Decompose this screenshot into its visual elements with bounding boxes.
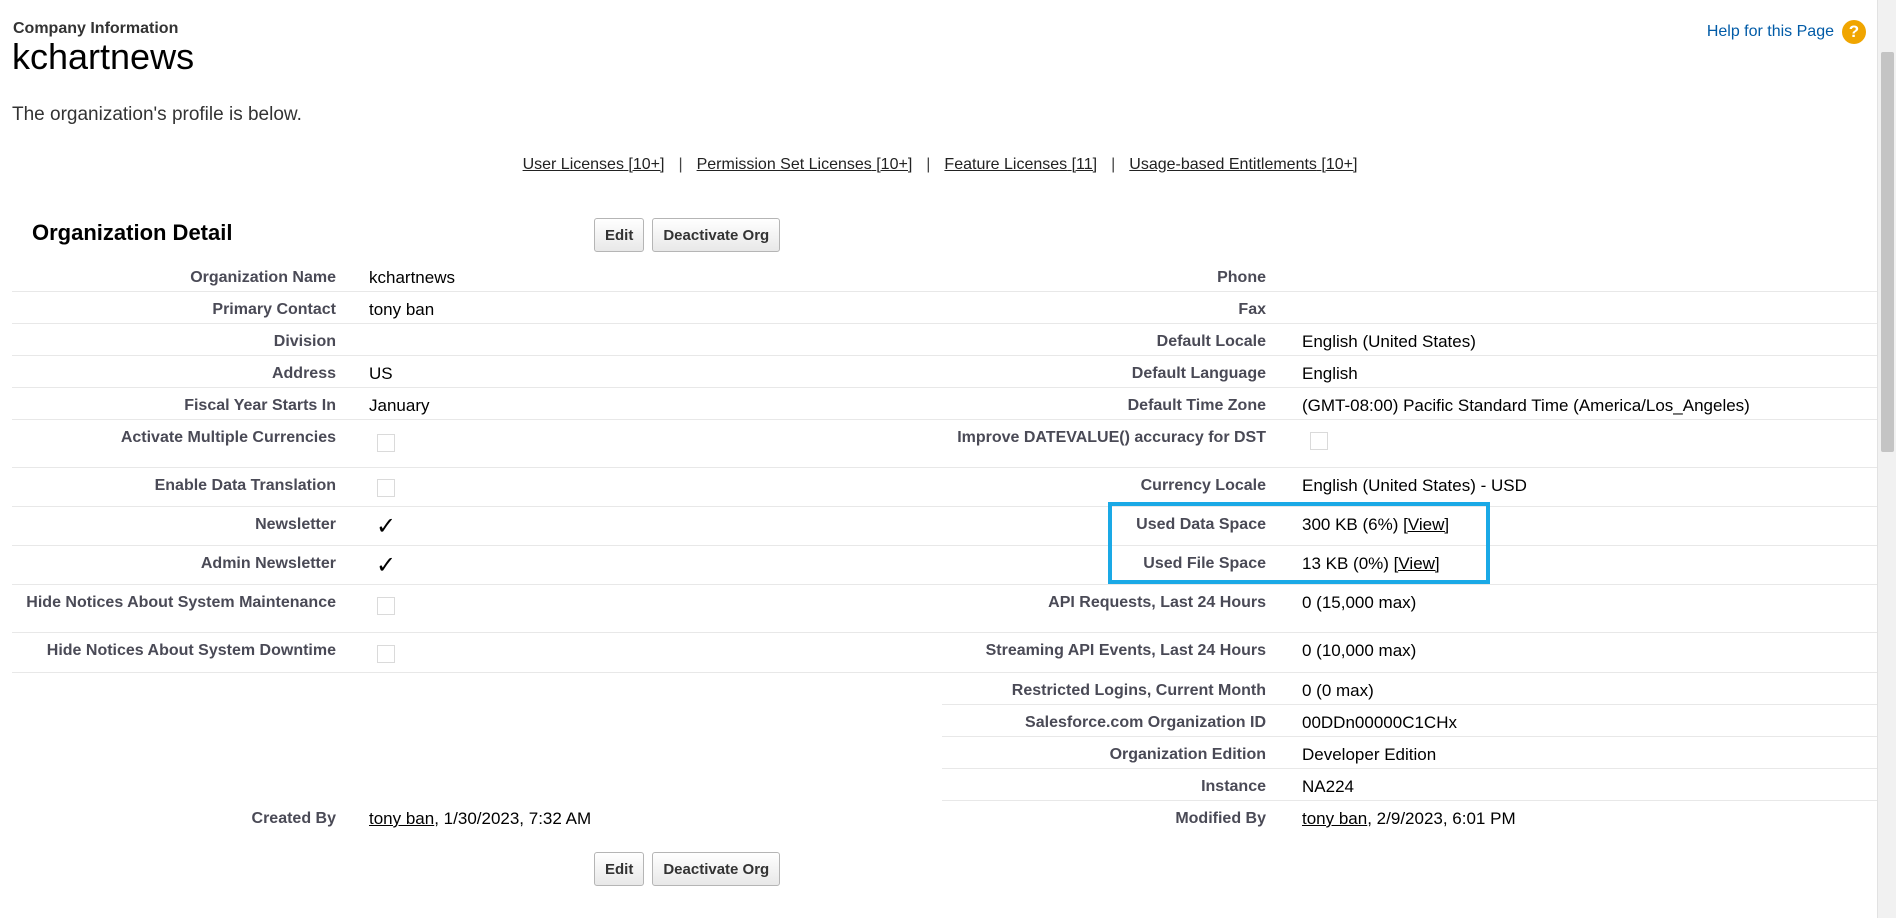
org-name-label: Organization Name <box>190 269 336 286</box>
instance-label: Instance <box>1201 778 1266 795</box>
datevalue-dst-label: Improve DATEVALUE() accuracy for DST <box>957 429 1266 446</box>
default-locale-label: Default Locale <box>1156 333 1266 350</box>
usage-entitlements-link[interactable]: Usage-based Entitlements [10+] <box>1129 156 1357 173</box>
help-icon[interactable]: ? <box>1842 20 1866 44</box>
org-id-label: Salesforce.com Organization ID <box>1025 714 1266 731</box>
default-language-label: Default Language <box>1131 365 1266 382</box>
org-edition-label: Organization Edition <box>1109 746 1266 763</box>
admin-newsletter-label: Admin Newsletter <box>200 555 336 572</box>
default-time-zone-label: Default Time Zone <box>1127 397 1266 414</box>
license-links: User Licenses [10+] | Permission Set Licen… <box>0 156 1880 174</box>
org-id-value: 00DDn00000C1CHx <box>1302 713 1457 732</box>
primary-contact-value: tony ban <box>369 300 435 319</box>
detail-row: Hide Notices About System Maintenance AP… <box>12 585 1878 633</box>
streaming-api-value: 0 (10,000 max) <box>1302 641 1417 660</box>
organization-detail-table: Organization Name kchartnews Phone Prima… <box>12 260 1878 833</box>
modified-by-user-link[interactable]: tony ban <box>1302 809 1367 828</box>
detail-row: Organization Name kchartnews Phone <box>12 260 1878 292</box>
org-edition-value: Developer Edition <box>1302 745 1437 764</box>
top-button-row: Edit Deactivate Org <box>594 218 781 252</box>
edit-button[interactable]: Edit <box>594 852 645 886</box>
detail-row: Newsletter ✓ Used Data Space 300 KB (6%)… <box>12 507 1878 546</box>
address-value: US <box>369 364 393 383</box>
separator: | <box>1111 156 1116 173</box>
hide-maintenance-checkbox <box>377 597 395 615</box>
api-requests-value: 0 (15,000 max) <box>1302 593 1417 612</box>
data-translation-checkbox <box>377 479 395 497</box>
detail-row: Organization Edition Developer Edition <box>12 737 1878 769</box>
restricted-logins-label: Restricted Logins, Current Month <box>1011 682 1266 699</box>
datevalue-dst-checkbox <box>1310 432 1328 450</box>
bottom-button-row: Edit Deactivate Org <box>594 852 781 886</box>
currency-locale-label: Currency Locale <box>1140 477 1266 494</box>
intro-text: The organization's profile is below. <box>12 104 302 125</box>
fiscal-year-label: Fiscal Year Starts In <box>184 397 336 414</box>
default-language-value: English <box>1302 364 1358 383</box>
phone-label: Phone <box>1217 269 1266 286</box>
hide-downtime-label: Hide Notices About System Downtime <box>46 642 336 659</box>
separator: | <box>926 156 931 173</box>
help-link-group[interactable]: Help for this Page ? <box>1707 20 1866 44</box>
multiple-currencies-checkbox <box>377 434 395 452</box>
default-locale-value: English (United States) <box>1302 332 1476 351</box>
help-link[interactable]: Help for this Page <box>1707 23 1834 41</box>
detail-row: Enable Data Translation Currency Locale … <box>12 468 1878 507</box>
default-time-zone-value: (GMT-08:00) Pacific Standard Time (Ameri… <box>1302 396 1750 415</box>
instance-value: NA224 <box>1302 777 1354 796</box>
modified-by-value: tony ban, 2/9/2023, 6:01 PM <box>1302 809 1516 828</box>
detail-row: Primary Contact tony ban Fax <box>12 292 1878 324</box>
detail-row: Division Default Locale English (United … <box>12 324 1878 356</box>
detail-row: Hide Notices About System Downtime Strea… <box>12 633 1878 673</box>
deactivate-org-button[interactable]: Deactivate Org <box>652 218 781 252</box>
api-requests-label: API Requests, Last 24 Hours <box>1048 594 1266 611</box>
permission-set-licenses-link[interactable]: Permission Set Licenses [10+] <box>697 156 913 173</box>
user-licenses-link[interactable]: User Licenses [10+] <box>523 156 665 173</box>
currency-locale-value: English (United States) - USD <box>1302 476 1527 495</box>
edit-button[interactable]: Edit <box>594 218 645 252</box>
multiple-currencies-label: Activate Multiple Currencies <box>120 429 336 446</box>
division-label: Division <box>273 333 336 350</box>
created-by-user-link[interactable]: tony ban <box>369 809 434 828</box>
page-title: kchartnews <box>12 36 195 77</box>
org-name-value: kchartnews <box>369 268 455 287</box>
primary-contact-label: Primary Contact <box>212 301 336 318</box>
streaming-api-label: Streaming API Events, Last 24 Hours <box>985 642 1266 659</box>
modified-by-label: Modified By <box>1175 810 1266 827</box>
detail-row: Admin Newsletter ✓ Used File Space 13 KB… <box>12 546 1878 585</box>
feature-licenses-link[interactable]: Feature Licenses [11] <box>944 156 1097 173</box>
detail-row: Fiscal Year Starts In January Default Ti… <box>12 388 1878 420</box>
created-by-label: Created By <box>251 810 336 827</box>
newsletter-checkmark-icon: ✓ <box>376 513 397 540</box>
separator: | <box>678 156 683 173</box>
section-title: Organization Detail <box>32 220 233 245</box>
fax-label: Fax <box>1238 301 1266 318</box>
data-translation-label: Enable Data Translation <box>154 477 336 494</box>
scrollbar-thumb[interactable] <box>1881 52 1894 452</box>
detail-row: Activate Multiple Currencies Improve DAT… <box>12 420 1878 468</box>
admin-newsletter-checkmark-icon: ✓ <box>376 552 397 579</box>
detail-row: Restricted Logins, Current Month 0 (0 ma… <box>12 673 1878 705</box>
detail-row: Created By tony ban, 1/30/2023, 7:32 AM … <box>12 801 1878 833</box>
created-by-value: tony ban, 1/30/2023, 7:32 AM <box>369 809 592 828</box>
space-usage-highlight-box <box>1108 502 1490 584</box>
hide-maintenance-label: Hide Notices About System Maintenance <box>26 594 336 611</box>
deactivate-org-button[interactable]: Deactivate Org <box>652 852 781 886</box>
hide-downtime-checkbox <box>377 645 395 663</box>
newsletter-label: Newsletter <box>255 516 336 533</box>
detail-row: Instance NA224 <box>12 769 1878 801</box>
vertical-scrollbar[interactable] <box>1877 0 1896 918</box>
detail-row: Salesforce.com Organization ID 00DDn0000… <box>12 705 1878 737</box>
fiscal-year-value: January <box>369 396 430 415</box>
address-label: Address <box>271 365 336 382</box>
detail-row: Address US Default Language English <box>12 356 1878 388</box>
restricted-logins-value: 0 (0 max) <box>1302 681 1374 700</box>
